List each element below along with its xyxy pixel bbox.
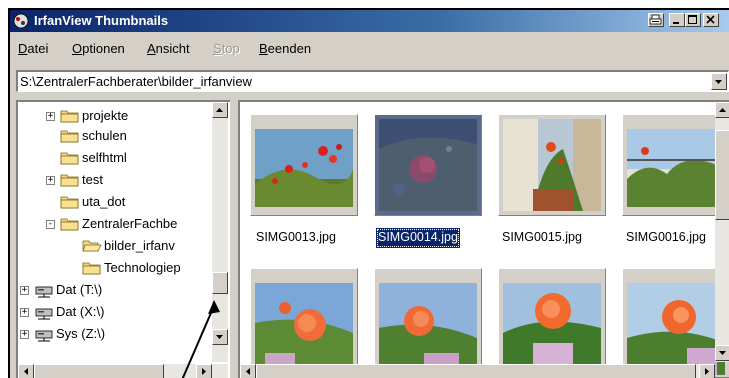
filename-simg0015[interactable]: SIMG0015.jpg: [500, 228, 584, 248]
photo-orange-rose: [255, 283, 353, 375]
tree-item-label: Technologiep: [104, 260, 181, 275]
photo-balcony-plant: [503, 119, 601, 211]
photo-balcony-view: [627, 129, 725, 207]
thumbnail-scroll-thumb[interactable]: [715, 130, 729, 220]
scroll-left-icon[interactable]: [18, 364, 34, 378]
print-icon[interactable]: [648, 13, 664, 27]
menu-bar: Datei Optionen Ansicht Stop Beenden: [10, 36, 729, 62]
expand-icon[interactable]: +: [46, 176, 55, 185]
thumbnail-row2-3[interactable]: [498, 268, 606, 378]
tree-item-label: Dat (T:\): [56, 282, 103, 297]
hscroll-thumb[interactable]: [34, 364, 164, 378]
folder-tree[interactable]: + projekte schulen selfhtml + test uta_dot - Zen…: [16, 100, 230, 378]
chevron-down-icon[interactable]: [711, 73, 727, 90]
minimize-icon[interactable]: [669, 13, 685, 27]
tree-item-label: schulen: [82, 128, 127, 143]
tree-item-label: bilder_irfanv: [104, 238, 175, 253]
collapse-icon[interactable]: -: [46, 220, 55, 229]
folder-icon: [60, 172, 80, 188]
close-icon[interactable]: [703, 13, 719, 27]
window-title: IrfanView Thumbnails: [34, 13, 169, 28]
scroll-right-icon[interactable]: [196, 364, 212, 378]
tree-item-label: projekte: [82, 108, 129, 123]
path-text: S:\ZentralerFachberater\bilder_irfanview: [20, 74, 252, 89]
tree-item-label: selfhtml: [82, 150, 127, 165]
scroll-thumb[interactable]: [212, 272, 228, 294]
menu-stop[interactable]: Stop: [213, 41, 240, 56]
network-drive-icon: [34, 326, 54, 342]
thumbnail-row2-1[interactable]: [250, 268, 358, 378]
folder-icon: [82, 260, 102, 276]
tree-item-label: uta_dot: [82, 194, 126, 209]
tree-item-label: Dat (X:\): [56, 304, 105, 319]
filename-simg0016[interactable]: SIMG0016.jpg: [624, 228, 708, 248]
tree-vertical-scrollbar[interactable]: [212, 102, 228, 362]
menu-optionen[interactable]: Optionen: [72, 41, 125, 56]
tree-horizontal-scrollbar[interactable]: [18, 364, 228, 378]
filename-simg0014[interactable]: SIMG0014.jpg: [376, 228, 460, 248]
irfanview-thumbnails-window: IrfanView Thumbnails Datei Optionen Ansi…: [8, 8, 729, 378]
folder-icon: [60, 108, 80, 124]
expand-icon[interactable]: +: [20, 286, 29, 295]
thumbnail-row2-4[interactable]: [622, 268, 729, 378]
menu-datei[interactable]: Datei: [18, 41, 48, 56]
folder-icon: [60, 216, 80, 232]
photo-orange-rose-3: [503, 283, 601, 375]
scroll-up-icon[interactable]: [212, 102, 228, 118]
network-drive-icon: [34, 282, 54, 298]
photo-orange-rose-4: [627, 283, 725, 375]
open-folder-icon: [82, 238, 102, 254]
path-combobox[interactable]: S:\ZentralerFachberater\bilder_irfanview: [16, 70, 729, 92]
scroll-up-icon[interactable]: [715, 102, 729, 118]
photo-orange-rose-2: [379, 283, 477, 375]
expand-icon[interactable]: +: [20, 330, 29, 339]
thumbnail-simg0016[interactable]: [622, 114, 729, 216]
photo-rose-selected: [379, 119, 477, 211]
tree-item-label: ZentralerFachbe: [82, 216, 178, 231]
thumbnail-simg0015[interactable]: [498, 114, 606, 216]
maximize-icon[interactable]: [685, 13, 701, 27]
title-bar[interactable]: IrfanView Thumbnails: [10, 10, 729, 32]
menu-beenden[interactable]: Beenden: [259, 41, 311, 56]
tree-item-label: Sys (Z:\): [56, 326, 106, 341]
filename-simg0013[interactable]: SIMG0013.jpg: [254, 228, 338, 248]
thumbnail-horizontal-scrollbar[interactable]: [240, 364, 715, 378]
photo-red-roses-sky: [255, 129, 353, 207]
thumbnail-pane[interactable]: SIMG0013.jpg SIMG0014.jpg SIMG0015.jpg S…: [238, 100, 729, 378]
menu-ansicht[interactable]: Ansicht: [147, 41, 190, 56]
scroll-down-icon[interactable]: [212, 329, 228, 345]
scroll-down-icon[interactable]: [715, 345, 729, 361]
thumbnail-simg0013[interactable]: [250, 114, 358, 216]
thumbnail-hscroll-thumb[interactable]: [256, 364, 696, 378]
network-drive-icon: [34, 304, 54, 320]
thumbnail-simg0014[interactable]: [374, 114, 482, 216]
folder-icon: [60, 194, 80, 210]
irfanview-app-icon[interactable]: [13, 13, 29, 29]
expand-icon[interactable]: +: [46, 112, 55, 121]
thumbnail-vertical-scrollbar[interactable]: [715, 102, 729, 362]
scroll-left-icon[interactable]: [240, 364, 256, 378]
tree-item-label: test: [82, 172, 103, 187]
folder-icon: [60, 150, 80, 166]
thumbnail-row2-2[interactable]: [374, 268, 482, 378]
scroll-right-icon[interactable]: [699, 364, 715, 378]
expand-icon[interactable]: +: [20, 308, 29, 317]
folder-icon: [60, 128, 80, 144]
